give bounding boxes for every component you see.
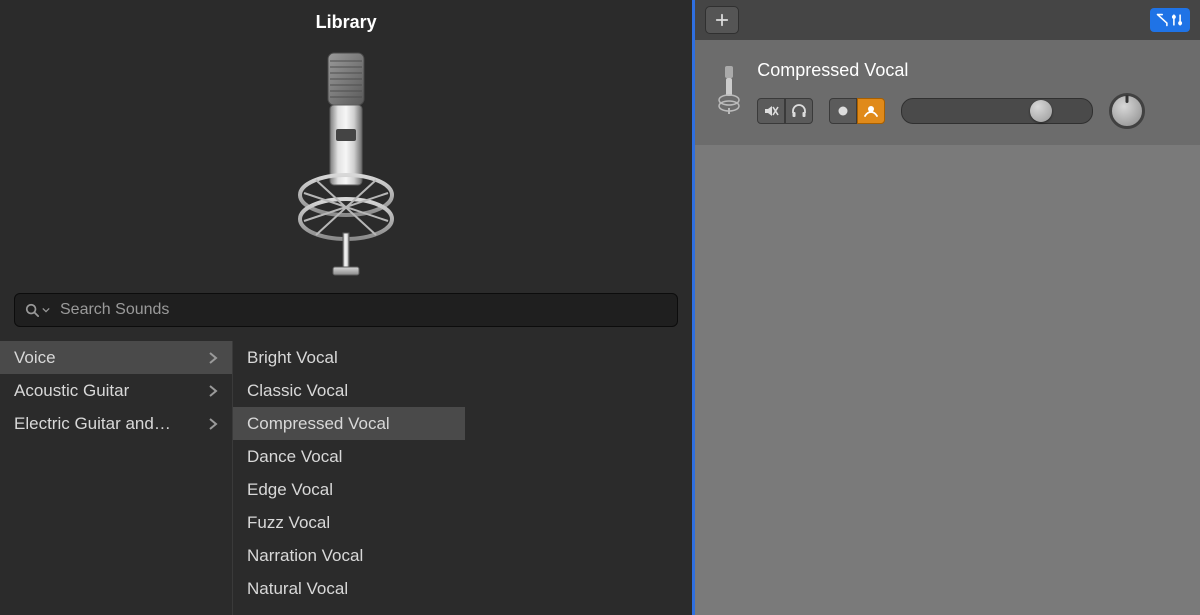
mute-icon [763, 103, 779, 119]
search-input[interactable] [58, 300, 667, 320]
preset-row[interactable]: Narration Vocal [233, 539, 465, 572]
preset-row[interactable]: Compressed Vocal [233, 407, 465, 440]
chevron-down-icon [42, 306, 50, 314]
automation-filter-icon [1156, 12, 1184, 28]
search-icon [25, 303, 39, 317]
chevron-right-icon [208, 351, 218, 365]
preset-label: Dance Vocal [247, 447, 342, 467]
preset-label: Natural Vocal [247, 579, 348, 599]
preset-label: Fuzz Vocal [247, 513, 330, 533]
track-header[interactable]: Compressed Vocal [695, 40, 1200, 145]
headphones-icon [791, 103, 807, 119]
preset-label: Narration Vocal [247, 546, 363, 566]
search-sounds-box[interactable] [14, 293, 678, 327]
automation-filter-button[interactable] [1150, 8, 1190, 32]
preset-row[interactable]: Edge Vocal [233, 473, 465, 506]
mute-button[interactable] [757, 98, 785, 124]
library-panel: Library [0, 0, 692, 615]
track-name[interactable]: Compressed Vocal [757, 60, 1186, 81]
preset-label: Classic Vocal [247, 381, 348, 401]
tracks-toolbar [695, 0, 1200, 40]
preset-column: Bright Vocal Classic Vocal Compressed Voca… [232, 341, 465, 615]
microphone-icon [715, 64, 743, 114]
record-dot-icon [835, 103, 851, 119]
preset-label: Edge Vocal [247, 480, 333, 500]
category-row[interactable]: Acoustic Guitar [0, 374, 232, 407]
sound-browser: Voice Acoustic Guitar Electric Guitar and…… [0, 341, 692, 615]
volume-thumb[interactable] [1030, 100, 1052, 122]
category-label: Voice [14, 348, 56, 368]
chevron-right-icon [208, 417, 218, 431]
record-enable-button[interactable] [829, 98, 857, 124]
plus-icon [715, 13, 729, 27]
preset-row[interactable]: Dance Vocal [233, 440, 465, 473]
category-column: Voice Acoustic Guitar Electric Guitar and… [0, 341, 232, 615]
monitor-button[interactable] [785, 98, 813, 124]
tracks-body[interactable] [695, 145, 1200, 615]
preset-row[interactable]: Bright Vocal [233, 341, 465, 374]
preview-microphone-icon [0, 47, 692, 277]
pan-knob[interactable] [1109, 93, 1145, 129]
category-row[interactable]: Electric Guitar and… [0, 407, 232, 440]
add-track-button[interactable] [705, 6, 739, 34]
chevron-right-icon [208, 384, 218, 398]
preset-row[interactable]: Natural Vocal [233, 572, 465, 605]
preset-label: Compressed Vocal [247, 414, 390, 434]
preset-label: Bright Vocal [247, 348, 338, 368]
volume-slider[interactable] [901, 98, 1093, 124]
category-label: Electric Guitar and… [14, 414, 171, 434]
preset-row[interactable]: Classic Vocal [233, 374, 465, 407]
tracks-panel: Compressed Vocal [692, 0, 1200, 615]
input-monitor-button[interactable] [857, 98, 885, 124]
library-title: Library [0, 12, 692, 33]
preset-row[interactable]: Fuzz Vocal [233, 506, 465, 539]
category-label: Acoustic Guitar [14, 381, 129, 401]
input-monitor-icon [863, 103, 879, 119]
category-row[interactable]: Voice [0, 341, 232, 374]
